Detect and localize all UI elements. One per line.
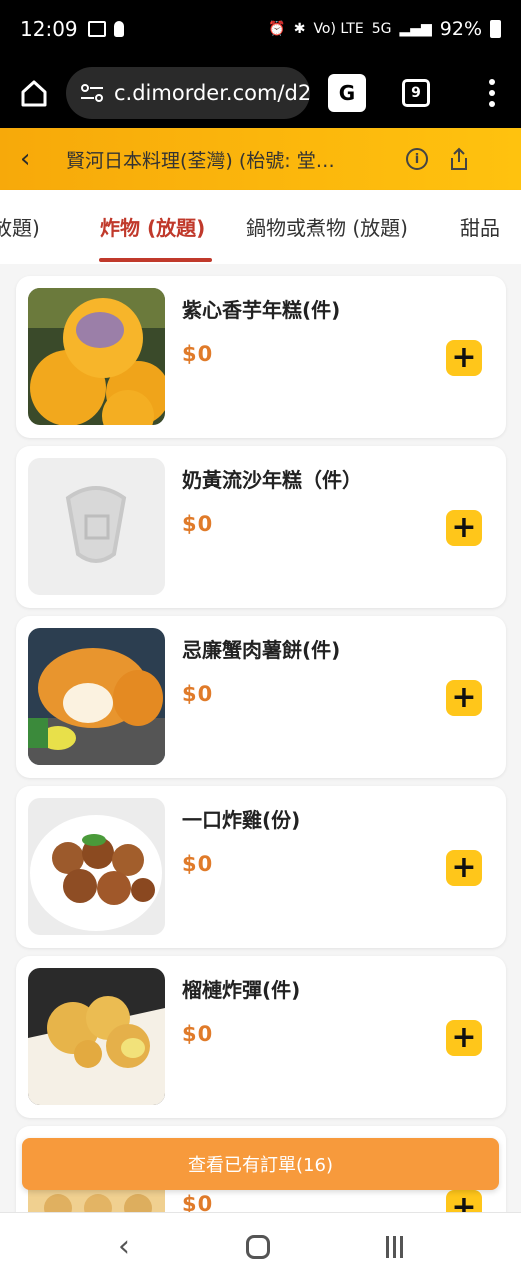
item-name: 忌廉蟹肉薯餅(件) <box>182 638 341 662</box>
menu-item-card[interactable]: 一口炸雞(份) $0 + <box>16 786 506 948</box>
category-tabs: 放題) 炸物 (放題) 鍋物或煮物 (放題) 甜品 <box>0 190 521 264</box>
battery-icon <box>490 20 501 38</box>
menu-item-card[interactable]: 忌廉蟹肉薯餅(件) $0 + <box>16 616 506 778</box>
menu-item-card[interactable]: 奶黃流沙年糕（件） $0 + <box>16 446 506 608</box>
home-icon <box>21 80 47 107</box>
tab-dessert[interactable]: 甜品 <box>460 212 500 241</box>
add-to-cart-button[interactable]: + <box>446 1190 482 1212</box>
add-to-cart-button[interactable]: + <box>446 1020 482 1056</box>
site-settings-icon <box>81 84 103 102</box>
plus-icon: + <box>451 1190 477 1213</box>
url-text: c.dimorder.com/d2 <box>114 81 310 105</box>
plus-icon: + <box>451 510 477 545</box>
tab-hotpot-stew[interactable]: 鍋物或煮物 (放題) <box>246 212 408 241</box>
item-name: 一口炸雞(份) <box>182 808 301 832</box>
alarm-icon: ⏰ <box>268 21 286 37</box>
battery-text: 92% <box>439 18 482 40</box>
crab-croquette-image <box>28 628 165 765</box>
add-to-cart-button[interactable]: + <box>446 850 482 886</box>
menu-item-list: 紫心香芋年糕(件) $0 + 奶黃流沙年糕（件） $0 + 忌廉蟹肉薯餅(件) … <box>0 264 521 1212</box>
durian-ball-image <box>28 968 165 1105</box>
item-price: $0 <box>182 852 214 876</box>
plus-icon: + <box>451 850 477 885</box>
placeholder-image <box>28 458 165 595</box>
item-name: 榴槤炸彈(件) <box>182 978 301 1002</box>
add-to-cart-button[interactable]: + <box>446 510 482 546</box>
tab-fried-food[interactable]: 炸物 (放題) <box>100 212 205 241</box>
share-icon[interactable] <box>448 147 470 171</box>
bluetooth-icon: ✱ <box>293 21 306 37</box>
tab-category-prev[interactable]: 放題) <box>0 212 40 241</box>
app-header: ‹ 賢河日本料理(荃灣) (枱號: 堂… i <box>0 128 521 190</box>
system-nav-bar: ‹ <box>0 1212 521 1280</box>
more-menu-button[interactable] <box>477 73 507 113</box>
signal-bars-icon: ▂▄▆ <box>399 21 432 37</box>
browser-toolbar: c.dimorder.com/d2 G 9 <box>0 58 521 128</box>
item-price: $0 <box>182 1192 214 1212</box>
plus-icon: + <box>451 680 477 715</box>
gallery-icon <box>87 21 106 37</box>
taro-rice-cake-image <box>28 288 165 425</box>
add-to-cart-button[interactable]: + <box>446 340 482 376</box>
item-price: $0 <box>182 682 214 706</box>
status-bar: 12:09 ⏰ ✱ Vo) LTE 5G ▂▄▆ 92% <box>0 0 521 58</box>
item-price: $0 <box>182 342 214 366</box>
notification-icons <box>87 21 124 37</box>
signal-label: 5G <box>371 21 392 37</box>
item-name: 紫心香芋年糕(件) <box>182 298 341 322</box>
nav-recents-icon[interactable] <box>386 1235 403 1258</box>
plus-icon: + <box>451 340 477 375</box>
info-icon[interactable]: i <box>406 148 428 170</box>
active-tab-indicator <box>99 258 212 262</box>
network-label: Vo) LTE <box>313 21 364 37</box>
menu-item-card[interactable]: 榴槤炸彈(件) $0 + <box>16 956 506 1118</box>
bulb-icon <box>113 21 124 37</box>
shop-title: 賢河日本料理(荃灣) (枱號: 堂… <box>66 149 335 172</box>
home-button[interactable] <box>14 73 54 113</box>
item-price: $0 <box>182 1022 214 1046</box>
nav-back-icon[interactable]: ‹ <box>118 1229 130 1264</box>
view-orders-label: 查看已有訂單(16) <box>188 1155 333 1176</box>
fried-chicken-image <box>28 798 165 935</box>
status-time: 12:09 <box>20 17 78 41</box>
tab-count: 9 <box>411 85 421 101</box>
add-to-cart-button[interactable]: + <box>446 680 482 716</box>
view-orders-button[interactable]: 查看已有訂單(16) <box>22 1138 499 1190</box>
status-right: ⏰ ✱ Vo) LTE 5G ▂▄▆ 92% <box>268 18 501 40</box>
back-chevron-icon[interactable]: ‹ <box>20 144 50 174</box>
dot-icon <box>489 90 495 96</box>
dot-icon <box>489 79 495 85</box>
plus-icon: + <box>451 1020 477 1055</box>
menu-item-card[interactable]: 紫心香芋年糕(件) $0 + <box>16 276 506 438</box>
translate-button[interactable]: G <box>328 74 366 112</box>
nav-home-icon[interactable] <box>246 1234 270 1259</box>
tabs-button[interactable]: 9 <box>402 79 430 107</box>
translate-icon: G <box>338 81 356 105</box>
item-price: $0 <box>182 512 214 536</box>
dot-icon <box>489 101 495 107</box>
item-name: 奶黃流沙年糕（件） <box>182 468 362 492</box>
url-bar[interactable]: c.dimorder.com/d2 <box>66 67 310 119</box>
